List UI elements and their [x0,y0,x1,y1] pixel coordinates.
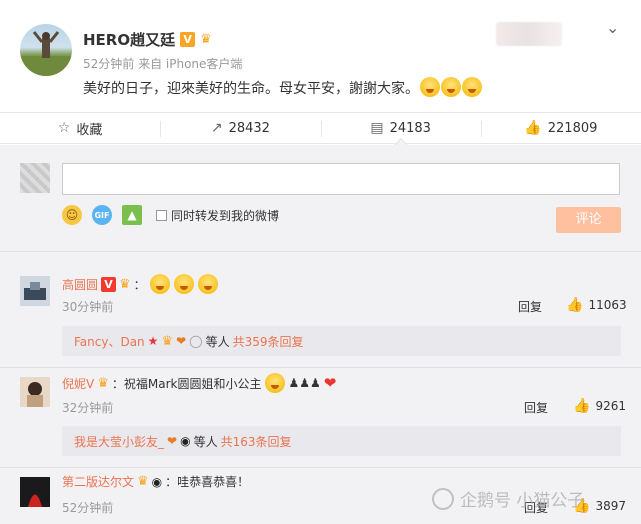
submit-comment-button[interactable]: 评论 [556,207,621,233]
verified-badge-icon: V [101,276,117,292]
divider [0,467,641,468]
comment-count: 24183 [389,120,431,136]
author-name[interactable]: HERO趙又廷 [83,29,175,50]
vip-crown-icon: ♛ [161,333,174,349]
medal-icon: ◯ [189,334,203,348]
like-count: 221809 [547,120,598,136]
sub-reply-names[interactable]: 我是大莹小彭友_ [74,433,164,450]
comment-like-count: 11063 [588,298,627,312]
emoji-icon [173,274,194,294]
comment-line: 倪妮V ♛ ：祝福Mark圆圆姐和小公主 ♟♟♟ ❤ [62,373,336,393]
blurred-region [496,22,562,46]
favorite-button[interactable]: ☆ 收藏 [0,113,160,143]
comment-text: ： [133,277,146,292]
reply-button[interactable]: 回复 [524,399,548,416]
commenter-name[interactable]: 倪妮V [62,375,94,392]
like-button[interactable]: 👍 221809 [480,113,641,143]
comments-panel: ☺ GIF ▲ 同时转发到我的微博 评论 高圆圆 V ♛ ： 30分钟前 回复 … [0,145,641,524]
star-icon: ★ [147,334,159,348]
thumbs-up-icon: 👍 [566,297,584,313]
watermark: 企鹅号 小猫公子 [432,486,584,511]
verified-badge-icon: V [180,32,196,47]
watermark-logo-icon [432,487,454,510]
image-icon[interactable]: ▲ [122,205,142,225]
vip-crown-icon: ♛ [200,32,212,47]
sub-reply-names[interactable]: Fancy、Dan [74,333,145,350]
sub-reply-total[interactable]: 共359条回复 [233,333,304,350]
star-icon: ☆ [57,120,71,136]
comment-like-count: 3897 [595,499,626,513]
sub-replies[interactable]: Fancy、Dan ★ ♛ ❤ ◯ 等人 共359条回复 [62,326,621,356]
divider [0,367,641,368]
vip-crown-icon: ♛ [137,474,149,489]
comment-line: 高圆圆 V ♛ ： [62,274,218,294]
watermark-text: 企鹅号 小猫公子 [460,491,585,511]
comment-like-button[interactable]: 👍 9261 [573,398,626,414]
panda-icon: ◉ [180,434,191,448]
forward-label: 同时转发到我的微博 [171,208,280,223]
post-text: 美好的日子，迎來美好的生命。母女平安，謝謝大家。 [83,81,419,97]
emoji-icon [462,77,482,97]
emoji-icon [197,274,218,294]
comment-time: 52分钟前 [62,501,114,515]
favorite-label: 收藏 [76,122,103,138]
emoji-icon [265,373,286,393]
commenter-name[interactable]: 高圆圆 [62,276,98,293]
thumbs-up-icon: 👍 [524,120,542,136]
panda-icon: ◉ [151,474,163,489]
commenter-avatar[interactable] [20,276,50,306]
thumbs-up-icon: 👍 [573,398,591,414]
author-avatar[interactable] [20,24,72,76]
comment-time: 32分钟前 [62,401,114,415]
emoji-icon [441,77,461,97]
composer-toolbar: ☺ GIF ▲ 同时转发到我的微博 [62,205,279,225]
sub-reply-total[interactable]: 共163条回复 [221,433,292,450]
repost-count: 28432 [228,120,270,136]
comment-time: 30分钟前 [62,300,114,314]
author-row: HERO趙又廷 V ♛ [83,29,212,50]
comment-like-count: 9261 [595,399,626,413]
commenter-avatar[interactable] [20,377,50,407]
comment-icon: ▤ [370,120,384,136]
current-user-avatar [20,163,50,193]
forward-checkbox[interactable] [156,209,167,221]
vip-crown-icon: ♛ [119,276,131,292]
emoji-picker-icon[interactable]: ☺ [62,205,82,225]
badge-icon: ❤ [176,334,187,348]
comment-input[interactable] [62,163,620,195]
sub-reply-who: 等人 [193,434,218,449]
reply-button[interactable]: 回复 [518,298,542,315]
sub-replies[interactable]: 我是大莹小彭友_ ❤ ◉ 等人 共163条回复 [62,426,621,456]
repost-icon: ↗ [210,120,223,136]
comment-line: 第二版达尔文 ♛ ◉ ：哇恭喜恭喜！ [62,473,249,490]
post-meta: 52分钟前 来自 iPhone客户端 [83,57,243,71]
family-icon: ♟♟♟ [288,376,321,390]
vip-crown-icon: ♛ [97,375,109,391]
sub-reply-who: 等人 [205,334,230,349]
action-bar: ☆ 收藏 ↗ 28432 ▤ 24183 👍 221809 [0,112,641,144]
heart-icon: ❤ [323,374,337,392]
commenter-avatar[interactable] [20,477,50,507]
repost-button[interactable]: ↗ 28432 [160,113,320,143]
comment-text: ：祝福Mark圆圆姐和小公主 [111,376,262,391]
badge-icon: ❤ [167,434,178,448]
comment-like-button[interactable]: 👍 11063 [566,297,627,313]
weibo-post: HERO趙又廷 V ♛ 52分钟前 来自 iPhone客户端 美好的日子，迎來美… [0,0,641,112]
post-content: 美好的日子，迎來美好的生命。母女平安，謝謝大家。 [83,77,482,98]
comment-text: ：哇恭喜恭喜！ [165,475,250,489]
divider [0,251,641,252]
emoji-icon [149,274,170,294]
emoji-icon [420,77,440,97]
commenter-name[interactable]: 第二版达尔文 [62,473,134,490]
chevron-down-icon[interactable]: ⌄ [606,18,619,37]
gif-icon[interactable]: GIF [92,205,112,225]
